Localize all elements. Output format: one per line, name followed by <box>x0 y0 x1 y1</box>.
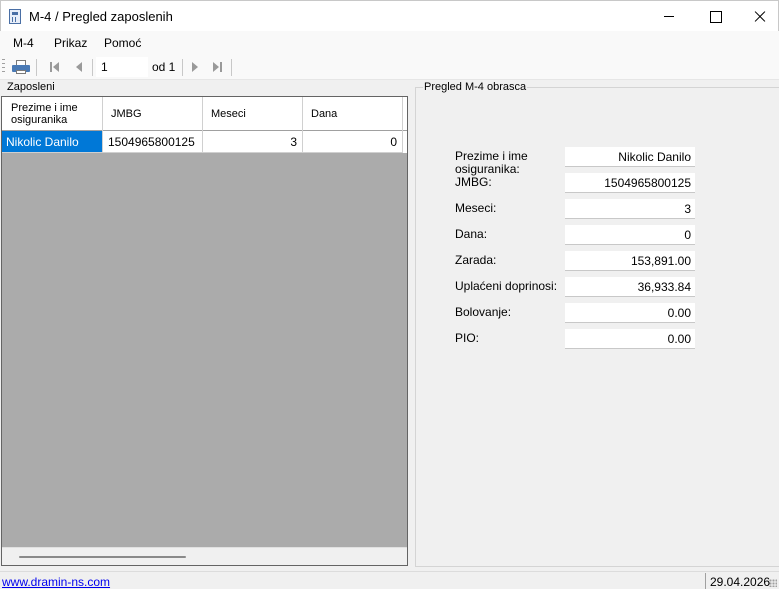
horizontal-scrollbar[interactable] <box>2 547 407 565</box>
field-label-pio: PIO: <box>455 331 480 345</box>
field-label-zarada: Zarada: <box>455 253 497 267</box>
field-value-zarada: 153,891.00 <box>565 251 695 271</box>
field-value-dana: 0 <box>565 225 695 245</box>
title-bar: M-4 / Pregled zaposlenih <box>0 0 779 31</box>
menu-prikaz[interactable]: Prikaz <box>54 36 87 50</box>
column-header-name[interactable]: Prezime i ime osiguranika <box>2 97 103 131</box>
field-value-name: Nikolic Danilo <box>565 147 695 167</box>
window-title: M-4 / Pregled zaposlenih <box>29 9 173 24</box>
field-label-dana: Dana: <box>455 227 488 241</box>
preview-group-title: Pregled M-4 obrasca <box>423 81 528 93</box>
field-value-meseci: 3 <box>565 199 695 219</box>
calculator-icon <box>9 9 21 24</box>
cell-meseci[interactable]: 3 <box>203 131 303 153</box>
field-value-jmbg: 1504965800125 <box>565 173 695 193</box>
toolbar-separator <box>92 59 93 76</box>
toolbar: od 1 <box>0 55 779 80</box>
scrollbar-thumb[interactable] <box>19 556 186 558</box>
website-link[interactable]: www.dramin-ns.com <box>2 575 110 589</box>
cell-dana[interactable]: 0 <box>303 131 403 153</box>
toolbar-separator <box>182 59 183 76</box>
resize-grip-icon[interactable] <box>769 579 777 587</box>
field-label-doprinosi: Uplaćeni doprinosi: <box>455 279 558 293</box>
next-record-icon[interactable] <box>188 60 202 74</box>
field-label-jmbg: JMBG: <box>455 175 492 189</box>
table-row[interactable]: Nikolic Danilo 1504965800125 3 0 <box>2 131 407 153</box>
menu-bar: M-4 Prikaz Pomoć <box>0 31 779 55</box>
close-button[interactable] <box>738 1 779 32</box>
column-header-dana[interactable]: Dana <box>303 97 403 131</box>
menu-m4[interactable]: M-4 <box>13 36 34 50</box>
menu-pomoc[interactable]: Pomoć <box>104 36 141 50</box>
column-header-jmbg[interactable]: JMBG <box>103 97 203 131</box>
field-value-doprinosi: 36,933.84 <box>565 277 695 297</box>
toolbar-separator <box>36 59 37 76</box>
toolbar-grip-icon[interactable] <box>2 59 5 75</box>
status-bar: www.dramin-ns.com 29.04.2026 <box>0 571 779 589</box>
printer-icon[interactable] <box>12 60 30 74</box>
status-date: 29.04.2026 <box>710 575 771 589</box>
employees-group-title: Zaposleni <box>6 81 56 93</box>
minimize-button[interactable] <box>646 1 692 32</box>
column-header-meseci[interactable]: Meseci <box>203 97 303 131</box>
employees-grid[interactable]: Prezime i ime osiguranika JMBG Meseci Da… <box>1 96 408 566</box>
field-value-bolovanje: 0.00 <box>565 303 695 323</box>
previous-record-icon[interactable] <box>72 60 86 74</box>
status-separator <box>705 573 706 589</box>
cell-name[interactable]: Nikolic Danilo <box>2 131 103 153</box>
field-label-meseci: Meseci: <box>455 201 497 215</box>
record-count-label: od 1 <box>152 60 176 74</box>
field-label-bolovanje: Bolovanje: <box>455 305 512 319</box>
grid-header: Prezime i ime osiguranika JMBG Meseci Da… <box>2 97 407 131</box>
last-record-icon[interactable] <box>211 60 225 74</box>
maximize-button[interactable] <box>692 1 738 32</box>
cell-jmbg[interactable]: 1504965800125 <box>103 131 203 153</box>
record-position-input[interactable] <box>96 57 148 77</box>
field-value-pio: 0.00 <box>565 329 695 349</box>
field-label-name: Prezime i ime osiguranika: <box>455 149 528 176</box>
first-record-icon[interactable] <box>48 60 62 74</box>
toolbar-separator <box>231 59 232 76</box>
